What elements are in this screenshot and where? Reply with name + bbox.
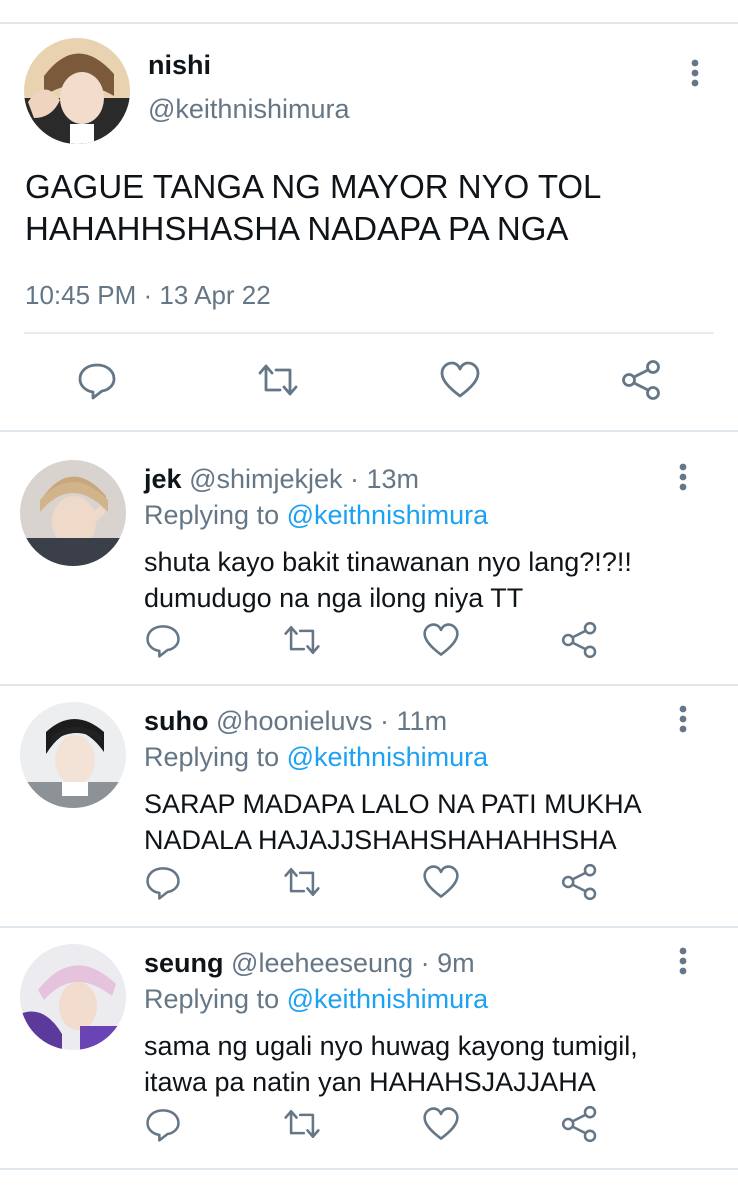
replying-to: Replying to @keithnishimura xyxy=(144,742,488,773)
more-vertical-icon[interactable] xyxy=(672,462,694,492)
reply-tweet[interactable]: jek @shimjekjek · 13m Replying to @keith… xyxy=(0,432,738,673)
heart-icon[interactable] xyxy=(421,620,465,664)
author-handle[interactable]: @keithnishimura xyxy=(148,94,350,125)
author-name[interactable]: jek xyxy=(144,464,182,494)
reply-header: seung @leeheeseung · 9m xyxy=(144,948,475,979)
replying-to-link[interactable]: @keithnishimura xyxy=(287,742,489,772)
heart-icon[interactable] xyxy=(438,358,482,402)
share-icon[interactable] xyxy=(620,358,664,402)
more-vertical-icon[interactable] xyxy=(672,704,694,734)
reply-header: jek @shimjekjek · 13m xyxy=(144,464,419,495)
share-icon[interactable] xyxy=(560,620,604,664)
author-name[interactable]: nishi xyxy=(148,50,211,81)
heart-icon[interactable] xyxy=(421,1104,465,1148)
retweet-icon[interactable] xyxy=(256,358,300,402)
reply-icon[interactable] xyxy=(75,358,119,402)
author-name[interactable]: suho xyxy=(144,706,209,736)
avatar[interactable] xyxy=(24,38,130,144)
author-handle[interactable]: @hoonieluvs xyxy=(216,706,373,736)
author-handle[interactable]: @shimjekjek xyxy=(189,464,342,494)
reply-text: shuta kayo bakit tinawanan nyo lang?!?!!… xyxy=(144,547,632,613)
retweet-icon[interactable] xyxy=(282,620,326,664)
reply-age: · 9m xyxy=(420,948,475,978)
retweet-icon[interactable] xyxy=(282,1104,326,1148)
tweet-timestamp[interactable]: 10:45 PM · 13 Apr 22 xyxy=(25,280,271,311)
avatar[interactable] xyxy=(20,944,126,1050)
avatar[interactable] xyxy=(20,460,126,566)
author-handle[interactable]: @leeheeseung xyxy=(231,948,413,978)
main-tweet: nishi @keithnishimura GAGUE TANGA NG MAY… xyxy=(0,24,738,432)
reply-icon[interactable] xyxy=(143,1104,187,1148)
replying-to-link[interactable]: @keithnishimura xyxy=(287,500,489,530)
replying-to-label: Replying to xyxy=(144,984,280,1014)
reply-header: suho @hoonieluvs · 11m xyxy=(144,706,447,737)
tweet-actions xyxy=(0,360,738,408)
replying-to: Replying to @keithnishimura xyxy=(144,984,488,1015)
heart-icon[interactable] xyxy=(421,862,465,906)
divider xyxy=(0,1168,738,1170)
reply-age: · 11m xyxy=(380,706,448,736)
avatar[interactable] xyxy=(20,702,126,808)
reply-actions xyxy=(0,1104,738,1144)
author-name[interactable]: seung xyxy=(144,948,224,978)
reply-actions xyxy=(0,620,738,660)
share-icon[interactable] xyxy=(560,862,604,906)
more-vertical-icon[interactable] xyxy=(684,58,706,88)
share-icon[interactable] xyxy=(560,1104,604,1148)
replying-to-link[interactable]: @keithnishimura xyxy=(287,984,489,1014)
replying-to-label: Replying to xyxy=(144,742,280,772)
replying-to: Replying to @keithnishimura xyxy=(144,500,488,531)
reply-text: sama ng ugali nyo huwag kayong tumigil, … xyxy=(144,1031,638,1097)
replying-to-label: Replying to xyxy=(144,500,280,530)
reply-icon[interactable] xyxy=(143,620,187,664)
reply-tweet[interactable]: suho @hoonieluvs · 11m Replying to @keit… xyxy=(0,674,738,915)
reply-actions xyxy=(0,862,738,902)
retweet-icon[interactable] xyxy=(282,862,326,906)
tweet-text: GAGUE TANGA NG MAYOR NYO TOL HAHAHHSHASH… xyxy=(25,168,601,247)
reply-icon[interactable] xyxy=(143,862,187,906)
reply-tweet[interactable]: seung @leeheeseung · 9m Replying to @kei… xyxy=(0,916,738,1157)
more-vertical-icon[interactable] xyxy=(672,946,694,976)
reply-text: SARAP MADAPA LALO NA PATI MUKHA NADALA H… xyxy=(144,789,641,855)
divider xyxy=(24,332,714,334)
reply-age: · 13m xyxy=(350,464,420,494)
